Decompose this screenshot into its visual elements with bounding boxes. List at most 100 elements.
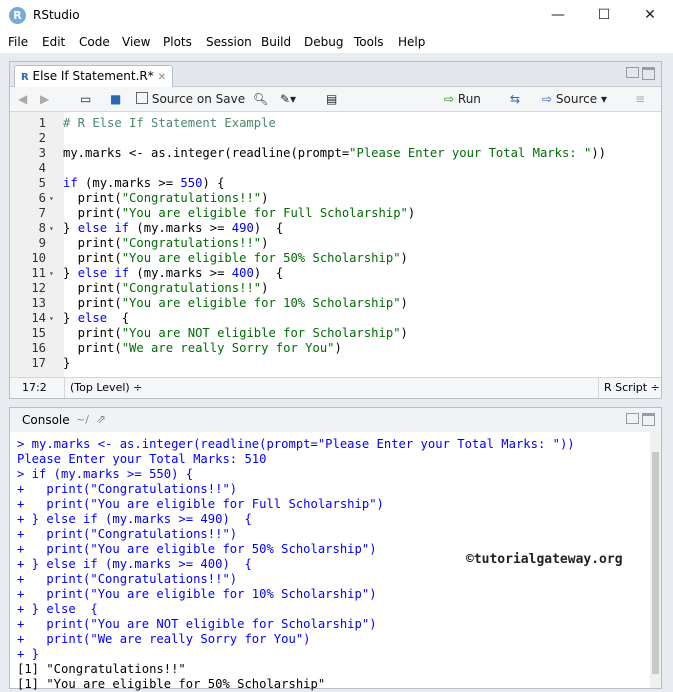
line-number: 3 <box>38 146 46 160</box>
run-button[interactable]: ⇨ Run <box>444 90 481 108</box>
source-arrow-icon: ⇨ <box>542 92 553 106</box>
console-output[interactable]: ©tutorialgateway.org > my.marks <- as.in… <box>10 432 650 691</box>
scrollbar-thumb[interactable] <box>652 452 659 674</box>
code-text: print("You are eligible for Full Scholar… <box>63 206 416 220</box>
code-text: } else { <box>63 311 130 325</box>
line-number: 4 <box>38 161 46 175</box>
go-to-directory-icon[interactable]: ⇗ <box>96 412 106 426</box>
console-line: > my.marks <- as.integer(readline(prompt… <box>17 437 575 451</box>
editor-status-bar: 17:2 (Top Level) ÷ R Script ÷ <box>10 377 661 398</box>
console-line: + } else if (my.marks >= 490) { <box>17 512 252 526</box>
maximize-pane-icon[interactable] <box>642 67 655 80</box>
console-line: + } else if (my.marks >= 400) { <box>17 557 252 571</box>
console-line: + print("You are eligible for Full Schol… <box>17 497 384 511</box>
run-arrow-icon: ⇨ <box>444 92 455 106</box>
code-text: if (my.marks >= 550) { <box>63 176 225 190</box>
console-scrollbar[interactable] <box>650 432 661 688</box>
console-tab[interactable]: Console <box>22 413 70 427</box>
fold-arrow-icon[interactable]: ▾ <box>49 266 54 281</box>
menu-debug[interactable]: Debug <box>304 35 343 49</box>
chevron-down-icon: ▾ <box>600 92 607 106</box>
save-icon[interactable]: ■ <box>110 90 121 108</box>
line-number: 7 <box>38 206 46 220</box>
line-number: 14 <box>31 311 46 325</box>
cursor-position: 17:2 <box>22 381 47 394</box>
minimize-pane-icon[interactable] <box>626 413 639 424</box>
console-line: + print("You are NOT eligible for Schola… <box>17 617 377 631</box>
file-type-selector[interactable]: R Script ÷ <box>604 381 660 394</box>
line-number: 15 <box>31 326 46 340</box>
line-number: 1 <box>38 116 46 130</box>
minimize-pane-icon[interactable] <box>626 67 639 78</box>
code-text: } else if (my.marks >= 400) { <box>63 266 284 280</box>
console-line: Please Enter your Total Marks: 510 <box>17 452 267 466</box>
line-number: 16 <box>31 341 46 355</box>
menu-tools[interactable]: Tools <box>354 35 384 49</box>
line-number: 9 <box>38 236 46 250</box>
console-line: + print("Congratulations!!") <box>17 572 238 586</box>
rerun-icon[interactable]: ⇆ <box>510 90 520 108</box>
code-text: } <box>63 356 71 370</box>
source-label: Source <box>555 92 598 106</box>
console-line: > if (my.marks >= 550) { <box>17 467 194 481</box>
fold-arrow-icon[interactable]: ▾ <box>49 311 54 326</box>
close-button[interactable]: ✕ <box>627 0 673 31</box>
code-editor[interactable]: 1 # R Else If Statement Example 2 3 my.marks… <box>10 112 661 393</box>
forward-arrow-icon[interactable]: ▶ <box>40 90 49 108</box>
source-on-save-checkbox[interactable]: Source on Save <box>136 90 245 108</box>
r-file-icon: R <box>21 72 29 83</box>
source-on-save-label: Source on Save <box>151 92 246 106</box>
checkbox-icon <box>136 92 148 104</box>
maximize-button[interactable]: ☐ <box>581 0 627 31</box>
line-number: 8 <box>38 221 46 235</box>
back-arrow-icon[interactable]: ◀ <box>18 90 27 108</box>
line-number: 11 <box>31 266 46 280</box>
minimize-button[interactable]: — <box>535 0 581 31</box>
console-path: ~/ <box>76 413 89 426</box>
menu-help[interactable]: Help <box>398 35 425 49</box>
show-in-window-icon[interactable]: ▭ <box>80 90 91 108</box>
line-number: 6 <box>38 191 46 205</box>
line-number: 17 <box>31 356 46 370</box>
code-text: print("You are NOT eligible for Scholars… <box>63 326 408 340</box>
fold-arrow-icon[interactable]: ▾ <box>49 191 54 206</box>
rstudio-logo-icon: R <box>9 7 26 24</box>
status-divider <box>64 378 65 398</box>
menu-view[interactable]: View <box>122 35 150 49</box>
line-number: 12 <box>31 281 46 295</box>
close-tab-icon[interactable]: ✕ <box>158 72 166 83</box>
console-line: + } else { <box>17 602 98 616</box>
source-pane: R Else If Statement.R* ✕ ◀ ▶ ▭ ■ Source … <box>9 61 662 399</box>
document-outline-icon[interactable]: ≡ <box>635 90 645 108</box>
menu-file[interactable]: File <box>8 35 28 49</box>
console-line: + } <box>17 647 40 661</box>
console-tab-bar: Console ~/ ⇗ <box>10 408 661 433</box>
menu-session[interactable]: Session <box>206 35 252 49</box>
console-line: + print("Congratulations!!") <box>17 482 238 496</box>
menu-code[interactable]: Code <box>79 35 110 49</box>
compile-report-icon[interactable]: ▤ <box>326 90 337 108</box>
code-text: print("You are eligible for 10% Scholars… <box>63 296 408 310</box>
console-line: + print("You are eligible for 50% Schola… <box>17 542 377 556</box>
console-pane: Console ~/ ⇗ ©tutorialgateway.org > my.m… <box>9 407 662 691</box>
title-bar: R RStudio — ☐ ✕ <box>0 0 673 31</box>
source-button[interactable]: ⇨ Source ▾ <box>542 90 607 108</box>
fold-arrow-icon[interactable]: ▾ <box>49 221 54 236</box>
code-text: print("Congratulations!!") <box>63 236 269 250</box>
code-text: my.marks <- as.integer(readline(prompt="… <box>63 146 606 160</box>
code-tools-wand-icon[interactable]: ✎▾ <box>280 90 296 108</box>
code-text: print("We are really Sorry for You") <box>63 341 342 355</box>
line-number: 5 <box>38 176 46 190</box>
code-text: print("You are eligible for 50% Scholars… <box>63 251 408 265</box>
line-number: 13 <box>31 296 46 310</box>
console-line: + print("Congratulations!!") <box>17 527 238 541</box>
search-icon[interactable]: 🔍︎ <box>253 90 268 108</box>
code-text: } else if (my.marks >= 490) { <box>63 221 284 235</box>
console-line: + print("You are eligible for 10% Schola… <box>17 587 377 601</box>
maximize-pane-icon[interactable] <box>642 413 655 426</box>
menu-edit[interactable]: Edit <box>42 35 65 49</box>
tab-else-if-statement[interactable]: R Else If Statement.R* ✕ <box>14 65 173 87</box>
scope-selector[interactable]: (Top Level) ÷ <box>70 381 142 394</box>
menu-build[interactable]: Build <box>261 35 291 49</box>
menu-plots[interactable]: Plots <box>163 35 192 49</box>
